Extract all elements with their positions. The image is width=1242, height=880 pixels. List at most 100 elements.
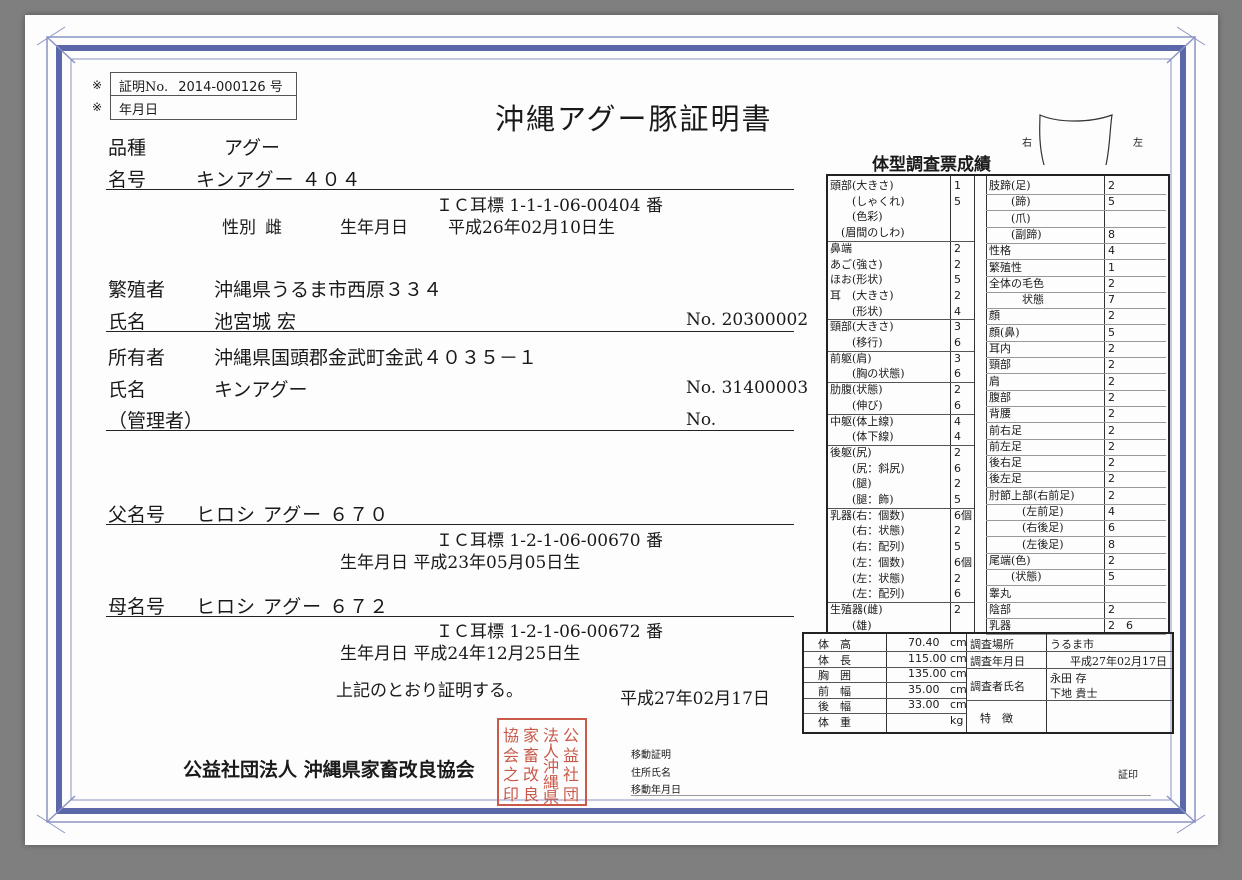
- survey-item-label: 陰部: [989, 602, 1011, 616]
- survey-item-score: 4: [954, 414, 961, 428]
- measurement-unit: cm: [950, 698, 967, 712]
- survey-date-label: 調査年月日: [970, 655, 1025, 668]
- survey-item-label: 睾丸: [989, 586, 1011, 600]
- feature-label: 特 徴: [980, 712, 1013, 725]
- owner-number: No. 31400003: [686, 378, 809, 398]
- survey-item-score: 2: [1108, 179, 1115, 192]
- survey-item-label: 腹部: [989, 390, 1011, 404]
- survey-item-score: 2: [1108, 276, 1115, 290]
- seal-character: 県: [542, 788, 559, 808]
- cert-number-box: 証明No. 2014-000126 号 年月日: [110, 72, 297, 120]
- survey-item-label: 乳器(右：個数): [830, 508, 905, 522]
- survey-item-score: 6: [954, 461, 961, 475]
- survey-item-label: 後躯(尻): [830, 445, 872, 459]
- survey-item-label: (右：配列): [830, 540, 905, 554]
- survey-item-label: 生殖器(雌): [830, 602, 883, 616]
- birth-label: 生年月日: [340, 218, 408, 238]
- survey-item-score: 2: [954, 602, 961, 616]
- measurement-label: 前 幅: [818, 684, 851, 698]
- measurement-label: 後 幅: [818, 700, 851, 714]
- survey-item-score: 1: [1108, 260, 1115, 274]
- survey-item-score: 2: [954, 383, 961, 397]
- survey-item-label: 後左足: [989, 472, 1022, 486]
- survey-item-label: (左：個数): [830, 555, 905, 569]
- measurement-table: 体 高 70.40 cm 体 長 115.00 cm 胸 囲 135.00 cm 前 幅 35.00…: [802, 632, 1174, 734]
- breed-label: 品種: [108, 137, 147, 159]
- transfer-address-label: 住所氏名: [631, 768, 671, 779]
- survey-item-score: 5: [1108, 325, 1115, 339]
- transfer-date-label: 移動年月日: [631, 785, 681, 796]
- survey-item-label: 顔(鼻): [989, 325, 1020, 339]
- measurement-value: 135.00: [908, 667, 947, 681]
- breeder-name-label: 氏名: [108, 311, 147, 333]
- measurement-unit: cm: [950, 667, 967, 681]
- survey-item-score: 2: [954, 241, 961, 255]
- breeder-address: 沖縄県うるま市西原３３４: [214, 279, 443, 301]
- cert-number-value: 2014-000126 号: [178, 80, 283, 95]
- measurement-value: 33.00: [908, 698, 940, 712]
- survey-item-label: (眉間のしわ): [830, 226, 905, 240]
- table-divider: [986, 389, 1166, 391]
- survey-item-label: (状態): [989, 570, 1042, 584]
- measurement-value: 115.00: [908, 651, 947, 665]
- survey-item-score: 5: [1108, 195, 1115, 209]
- stamp-label: 証印: [1118, 770, 1138, 781]
- survey-item-label: 前右足: [989, 423, 1022, 437]
- table-divider: [986, 340, 1166, 342]
- survey-item-score: 6: [1108, 521, 1115, 535]
- survey-item-score: 6: [954, 587, 961, 601]
- surveyor-name: 永田 存: [1050, 672, 1087, 685]
- breeder-name: 池宮城 宏: [214, 311, 297, 333]
- survey-item-label: 性格: [989, 244, 1011, 258]
- table-divider: [986, 308, 1166, 310]
- survey-item-label: (左：状態): [830, 571, 905, 585]
- table-divider: [986, 601, 1166, 603]
- survey-item-score: 4: [954, 304, 961, 318]
- survey-item-score: 2: [1108, 553, 1115, 567]
- survey-item-score: 2: [1108, 602, 1115, 616]
- official-seal: 公益社団法人沖縄県家畜改良協会之印: [497, 718, 587, 808]
- measurement-value: 70.40: [908, 636, 940, 649]
- owner-name-label: 氏名: [108, 379, 147, 401]
- measurement-unit: cm: [950, 636, 967, 649]
- manager-number: No.: [686, 410, 717, 430]
- survey-item-label: (左前足): [989, 505, 1064, 518]
- divider: [106, 430, 794, 431]
- survey-item-score: 6個: [954, 508, 972, 522]
- survey-item-score: 2: [954, 477, 961, 491]
- survey-table: 頭部(大きさ) 1 (しゃくれ) 5 (色彩) (眉間のしわ) 鼻端 2 あご(強さ) 2 ほ…: [826, 174, 1170, 636]
- surveyor-name: 下地 貴士: [1050, 687, 1098, 700]
- survey-item-score: 5: [954, 194, 961, 208]
- father-name: ヒロシ アグー ６７０: [196, 504, 390, 526]
- survey-item-score: 5: [954, 273, 961, 287]
- survey-item-score: 2: [1108, 342, 1115, 355]
- survey-item-score: 2: [954, 288, 961, 302]
- organization-name: 公益社団法人 沖縄県家畜改良協会: [183, 759, 475, 781]
- measurement-label: 体 重: [818, 716, 851, 729]
- seal-character: 印: [502, 784, 519, 804]
- survey-item-label: 状態: [989, 293, 1044, 307]
- survey-item-score: 3: [954, 320, 961, 334]
- survey-item-label: 頸部(大きさ): [830, 320, 894, 334]
- survey-item-label: 全体の毛色: [989, 276, 1044, 290]
- survey-item-label: (色彩): [830, 210, 883, 224]
- survey-item-score: 6: [954, 398, 961, 412]
- survey-item-label: (移行): [830, 336, 883, 349]
- breeder-number: No. 20300002: [686, 310, 809, 330]
- survey-item-label: 鼻端: [830, 241, 852, 255]
- survey-item-score: 5: [954, 493, 961, 506]
- survey-item-label: 肋腹(状態): [830, 383, 883, 397]
- survey-item-label: (伸び): [830, 398, 883, 412]
- survey-item-label: (右：状態): [830, 524, 905, 538]
- survey-item-score: 2: [954, 257, 961, 271]
- manager-label: （管理者）: [108, 410, 204, 432]
- transfer-label: 移動証明: [631, 750, 671, 761]
- survey-item-label: 前躯(肩): [830, 351, 872, 365]
- survey-item-score: 2: [1108, 407, 1115, 421]
- survey-item-score: 6個: [954, 555, 972, 569]
- survey-item-score: 2: [1108, 309, 1115, 323]
- survey-item-score: 6: [954, 367, 961, 381]
- survey-item-score: 2: [1108, 374, 1115, 388]
- survey-item-score: 2: [1108, 390, 1115, 404]
- survey-item-score: 2: [954, 524, 961, 538]
